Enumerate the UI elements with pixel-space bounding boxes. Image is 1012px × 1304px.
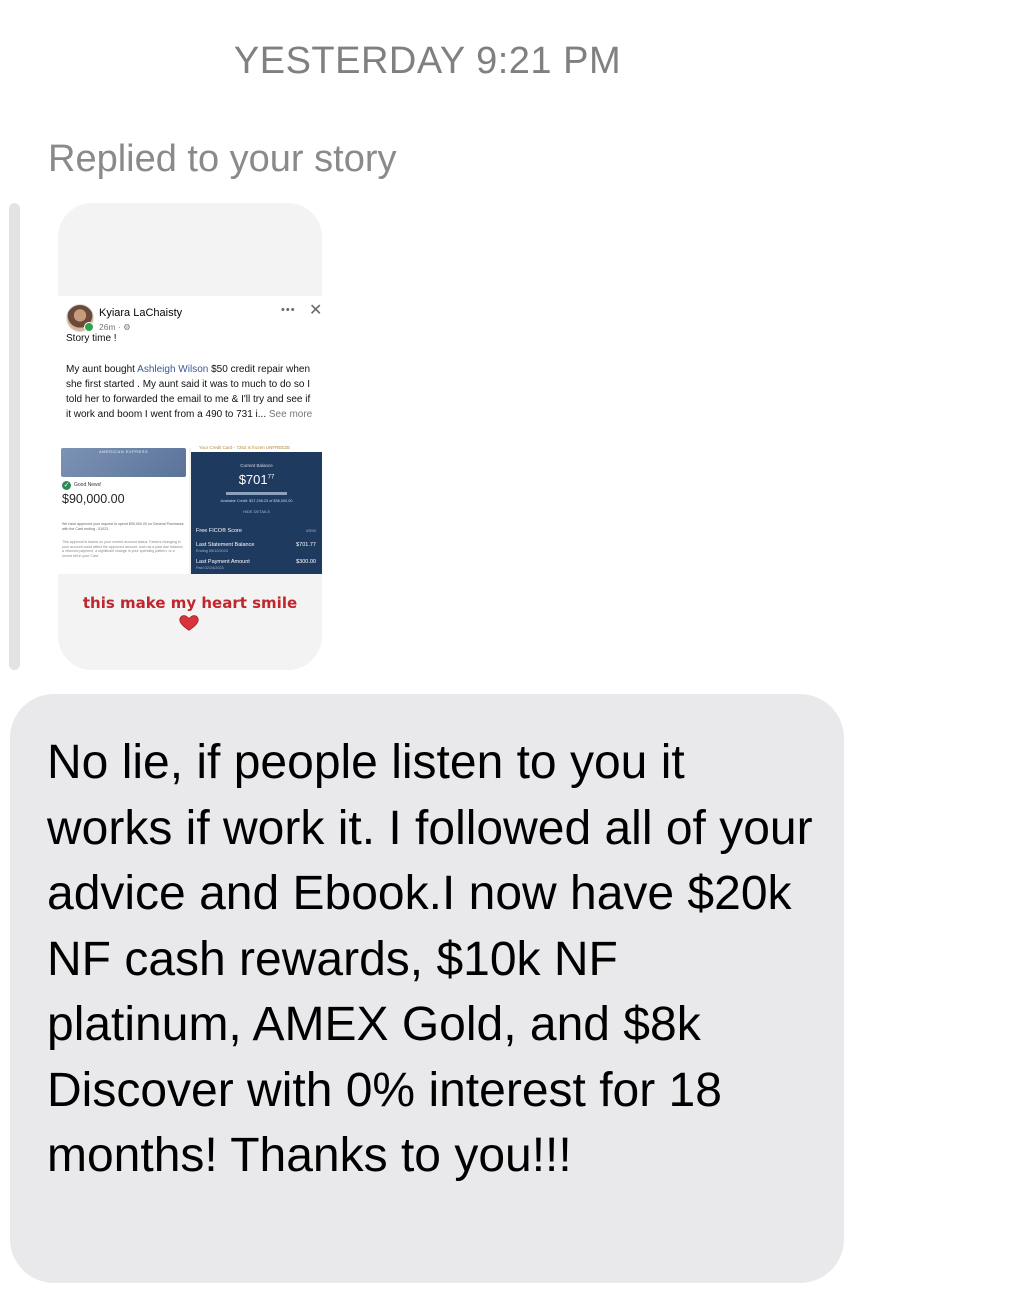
timestamp: YESTERDAY 9:21 PM <box>233 40 622 82</box>
available-credit: Available Credit: $37,298.23 of $38,000.… <box>220 499 293 503</box>
close-icon: ✕ <box>309 302 322 319</box>
hide-details-link: HIDE DETAILS <box>242 509 271 514</box>
reply-indicator-bar <box>9 203 20 670</box>
message-bubble[interactable]: No lie, if people listen to you it works… <box>10 694 844 1283</box>
heart-icon <box>179 615 199 631</box>
story-preview[interactable]: Kyiara LaChaisty 26m · ⚙ ••• ✕ Story tim… <box>58 203 322 670</box>
post-author: Kyiara LaChaisty <box>99 307 183 319</box>
see-more-link: See more <box>266 409 313 420</box>
post-age: 26m · ⚙ <box>99 322 131 332</box>
fine-print: This approval is based on your current a… <box>62 540 184 558</box>
post-mention-link: Ashleigh Wilson <box>137 364 209 375</box>
balance-bar <box>226 492 287 495</box>
reply-label: Replied to your story <box>48 138 397 180</box>
credit-score-panel: Your Credit Card - 7262 is frozen UNFREE… <box>191 443 322 574</box>
good-news-text: Good News! <box>74 482 102 488</box>
story-caption: this make my heart smile <box>82 594 298 612</box>
approval-panel: AMERICAN EXPRESS ✓ Good News! $90,000.00… <box>58 448 189 574</box>
post-body: My aunt bought Ashleigh Wilson $50 credi… <box>66 364 313 420</box>
card-brand: AMERICAN EXPRESS <box>99 449 149 454</box>
card-image: AMERICAN EXPRESS <box>61 448 186 477</box>
balance-value: $70177 <box>238 472 275 487</box>
frozen-card-label: Your Credit Card - 7262 is frozen UNFREE… <box>191 443 322 452</box>
more-options-icon: ••• <box>281 304 296 316</box>
approval-note: We have approved your request to spend $… <box>62 522 184 531</box>
post-title: Story time ! <box>66 333 117 344</box>
approved-amount: $90,000.00 <box>62 492 125 506</box>
online-status-icon <box>84 322 94 332</box>
current-balance-label: Current Balance <box>240 463 273 468</box>
message-text: No lie, if people listen to you it works… <box>47 736 813 1182</box>
check-icon: ✓ <box>62 481 71 490</box>
story-post: Kyiara LaChaisty 26m · ⚙ ••• ✕ Story tim… <box>58 296 322 448</box>
